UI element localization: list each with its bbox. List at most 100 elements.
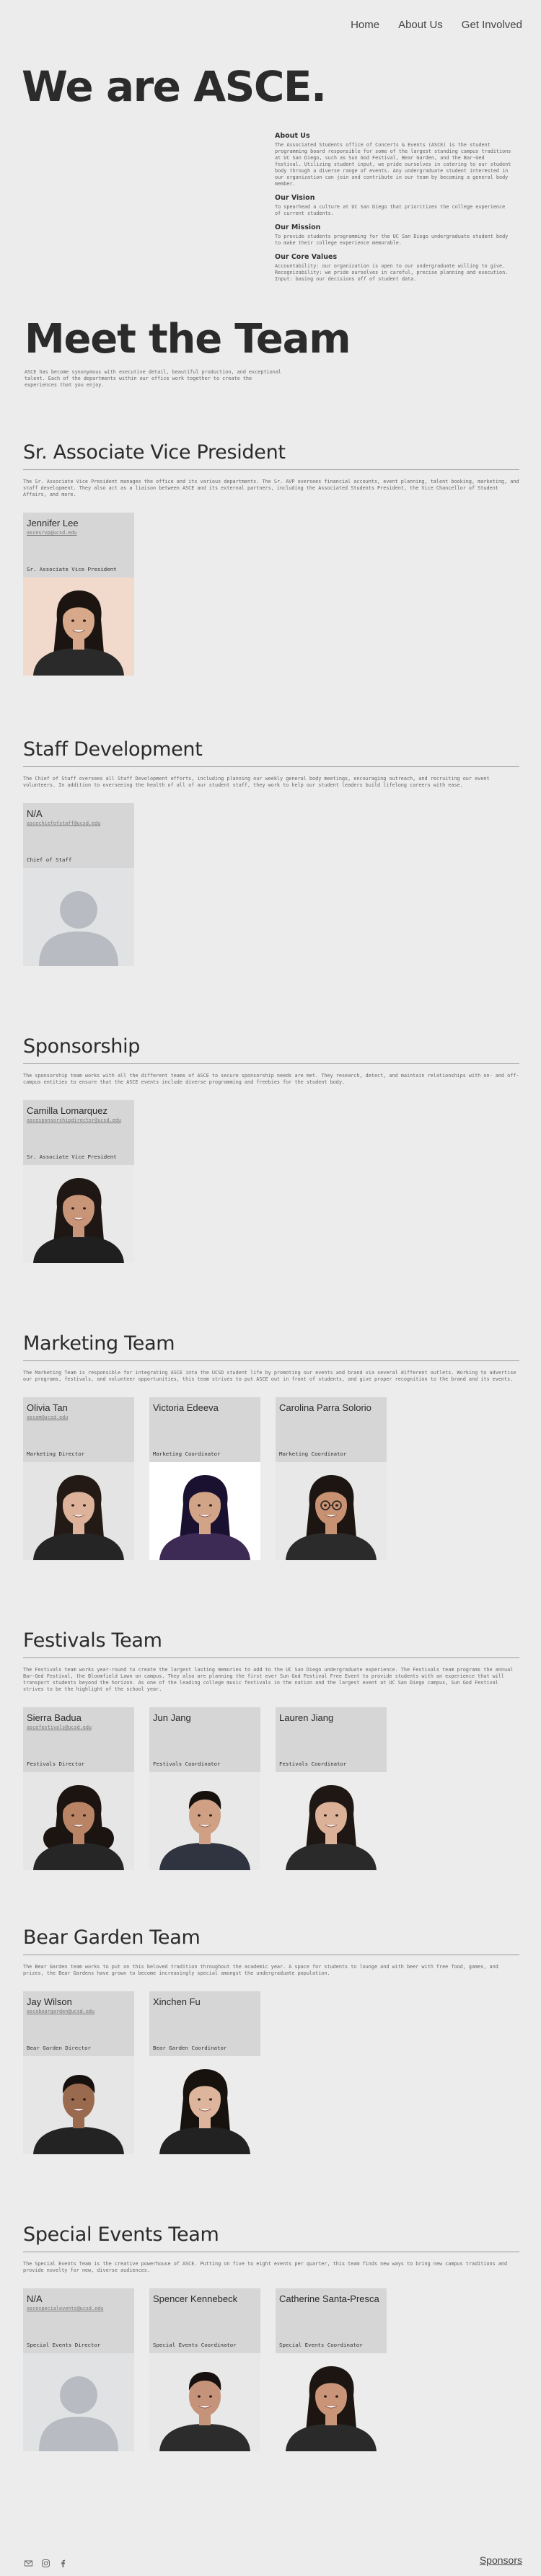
footer: Sponsors	[25, 2554, 522, 2567]
section-title: Bear Garden Team	[23, 1926, 519, 1955]
member-info: Xinchen Fu Bear Garden Coordinator	[149, 1991, 260, 2056]
member-role: Festivals Coordinator	[153, 1761, 221, 1767]
member-photo	[23, 1165, 134, 1263]
member-email-link[interactable]: ascechiefofstaff@ucsd.edu	[27, 820, 131, 826]
section-description: The Bear Garden team works to put on thi…	[23, 1964, 498, 1976]
member-info: Sierra Badua ascefestivals@ucsd.edu Festiv…	[23, 1707, 134, 1772]
section-title: Marketing Team	[23, 1332, 519, 1361]
about-text: The Associated Students office of Concer…	[275, 142, 511, 187]
member-email-link[interactable]: ascespecialevents@ucsd.edu	[27, 2306, 131, 2311]
member-cards: Sierra Badua ascefestivals@ucsd.edu Festiv…	[23, 1707, 519, 1870]
member-name: Xinchen Fu	[153, 1996, 201, 2007]
member-photo	[23, 1462, 134, 1560]
member-role: Special Events Coordinator	[279, 2342, 363, 2348]
member-role: Marketing Coordinator	[279, 1451, 347, 1457]
nav-home-link[interactable]: Home	[351, 19, 379, 31]
section-title: Special Events Team	[23, 2223, 519, 2252]
member-card: Jay Wilson ascebeargarden@ucsd.edu Bear Ga…	[23, 1991, 134, 2154]
team-title: Meet the Team	[25, 316, 351, 363]
core-values-heading: Our Core Values	[275, 253, 338, 261]
section-description: The Sr. Associate Vice President manages…	[23, 479, 519, 497]
section-title: Sponsorship	[23, 1035, 519, 1064]
member-name: Olivia Tan	[27, 1402, 68, 1413]
section-bear-garden-team: Bear Garden Team The Bear Garden team wor…	[23, 1926, 519, 2154]
member-photo	[149, 1462, 260, 1560]
section-description: The Chief of Staff oversees all Staff De…	[23, 776, 490, 788]
sponsors-link[interactable]: Sponsors	[480, 2554, 522, 2566]
member-card: Carolina Parra Solorio Marketing Coordina…	[276, 1397, 387, 1560]
member-photo	[276, 1772, 387, 1870]
member-info: Jay Wilson ascebeargarden@ucsd.edu Bear Ga…	[23, 1991, 134, 2056]
member-role: Sr. Associate Vice President	[27, 566, 117, 572]
member-photo	[149, 2056, 260, 2154]
section-description: The Festivals team works year-round to c…	[23, 1667, 514, 1692]
member-cards: Camilla Lomarquez ascesponsorshipdirector…	[23, 1100, 519, 1263]
core-values-text: Accountability: our organization is open…	[275, 263, 509, 282]
member-name: Victoria Edeeva	[153, 1402, 219, 1413]
mail-icon[interactable]	[25, 2557, 32, 2566]
section-title: Festivals Team	[23, 1629, 519, 1658]
member-name: Jennifer Lee	[27, 518, 79, 528]
nav-get-involved-link[interactable]: Get Involved	[462, 19, 522, 31]
member-info: Lauren Jiang Festivals Coordinator	[276, 1707, 387, 1772]
mission-heading: Our Mission	[275, 223, 321, 231]
top-nav: Home About Us Get Involved	[351, 19, 522, 31]
section-sr-associate-vice-president: Sr. Associate Vice President The Sr. Asso…	[23, 441, 519, 676]
member-email-link[interactable]: ascesrvp@ucsd.edu	[27, 530, 131, 536]
section-sponsorship: Sponsorship The sponsorship team works wi…	[23, 1035, 519, 1263]
about-panel: About Us The Associated Students office …	[275, 125, 513, 283]
member-photo	[23, 1772, 134, 1870]
member-info: Jennifer Lee ascesrvp@ucsd.edu Sr. Associa…	[23, 513, 134, 577]
member-card: Sierra Badua ascefestivals@ucsd.edu Festiv…	[23, 1707, 134, 1870]
section-description: The Special Events Team is the creative …	[23, 2261, 508, 2273]
instagram-icon[interactable]	[42, 2557, 50, 2567]
member-cards: Olivia Tan ascem@ucsd.edu Marketing Direct…	[23, 1397, 519, 1560]
member-name: Catherine Santa-Presca	[279, 2293, 379, 2304]
member-info: N/A ascechiefofstaff@ucsd.edu Chief of Sta…	[23, 803, 134, 868]
member-card: Jennifer Lee ascesrvp@ucsd.edu Sr. Associa…	[23, 513, 134, 676]
member-name: N/A	[27, 2293, 43, 2304]
member-info: Spencer Kennebeck Special Events Coordina…	[149, 2288, 260, 2353]
member-role: Marketing Coordinator	[153, 1451, 221, 1457]
member-photo	[276, 1462, 387, 1560]
member-info: Camilla Lomarquez ascesponsorshipdirector…	[23, 1100, 134, 1165]
member-info: Victoria Edeeva Marketing Coordinator	[149, 1397, 260, 1462]
member-role: Chief of Staff	[27, 857, 72, 863]
member-name: Jun Jang	[153, 1712, 191, 1723]
member-email-link[interactable]: ascebeargarden@ucsd.edu	[27, 2009, 131, 2014]
member-email-link[interactable]: ascem@ucsd.edu	[27, 1415, 131, 1420]
member-name: Camilla Lomarquez	[27, 1105, 107, 1116]
hero-title: We are ASCE.	[22, 62, 327, 111]
member-photo	[23, 577, 134, 676]
member-name: Carolina Parra Solorio	[279, 1402, 371, 1413]
facebook-icon[interactable]	[59, 2557, 67, 2567]
section-festivals-team: Festivals Team The Festivals team works y…	[23, 1629, 519, 1870]
member-photo	[23, 2056, 134, 2154]
avatar-placeholder-icon	[23, 868, 134, 966]
member-info: Olivia Tan ascem@ucsd.edu Marketing Direct…	[23, 1397, 134, 1462]
vision-heading: Our Vision	[275, 194, 315, 202]
member-photo	[276, 2353, 387, 2451]
member-cards: N/A ascespecialevents@ucsd.edu Special Eve…	[23, 2288, 519, 2451]
member-info: Catherine Santa-Presca Special Events Coo…	[276, 2288, 387, 2353]
member-cards: Jay Wilson ascebeargarden@ucsd.edu Bear Ga…	[23, 1991, 519, 2154]
member-card: Jun Jang Festivals Coordinator	[149, 1707, 260, 1870]
member-email-link[interactable]: ascefestivals@ucsd.edu	[27, 1725, 131, 1730]
member-info: Carolina Parra Solorio Marketing Coordina…	[276, 1397, 387, 1462]
member-photo	[149, 1772, 260, 1870]
member-role: Bear Garden Director	[27, 2045, 91, 2051]
member-email-link[interactable]: ascesponsorshipdirector@ucsd.edu	[27, 1117, 131, 1123]
member-role: Bear Garden Coordinator	[153, 2045, 227, 2051]
member-card: Victoria Edeeva Marketing Coordinator	[149, 1397, 260, 1560]
member-name: Jay Wilson	[27, 1996, 72, 2007]
section-marketing-team: Marketing Team The Marketing Team is resp…	[23, 1332, 519, 1560]
member-photo	[149, 2353, 260, 2451]
member-card: Camilla Lomarquez ascesponsorshipdirector…	[23, 1100, 134, 1263]
mission-text: To provide students programming for the …	[275, 234, 509, 246]
section-description: The Marketing Team is responsible for in…	[23, 1370, 516, 1382]
section-title: Staff Development	[23, 738, 519, 767]
nav-about-link[interactable]: About Us	[398, 19, 443, 31]
avatar-placeholder-icon	[23, 2353, 134, 2451]
member-role: Festivals Coordinator	[279, 1761, 347, 1767]
member-card: N/A ascechiefofstaff@ucsd.edu Chief of Sta…	[23, 803, 134, 966]
